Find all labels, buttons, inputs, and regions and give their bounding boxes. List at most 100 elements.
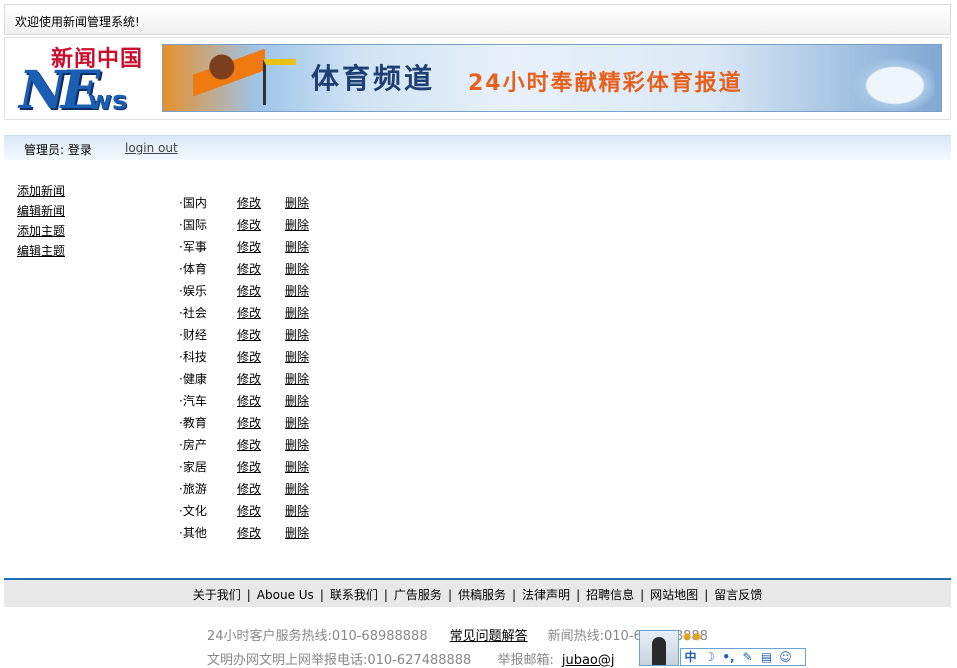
topic-name: ·体育 [179,262,207,276]
topic-row: ·军事 修改 删除 [179,237,339,259]
topic-edit-link[interactable]: 修改 [237,215,261,235]
topic-delete-link[interactable]: 删除 [285,215,309,235]
topic-row: ·文化 修改 删除 [179,501,339,523]
footer-nav: 关于我们 | Aboue Us | 联系我们 | 广告服务 | 供稿服务 | 法律声明 | 招聘信息 | 网… [4,580,951,607]
topic-edit-link[interactable]: 修改 [237,303,261,323]
footer-nav-link[interactable]: 招聘信息 [586,588,634,602]
topic-row: ·国际 修改 删除 [179,215,339,237]
topic-edit-link[interactable]: 修改 [237,501,261,521]
topic-delete-link[interactable]: 删除 [285,391,309,411]
topic-name: ·健康 [179,372,207,386]
ime-avatar[interactable] [639,630,679,666]
footer-separator: | [512,588,517,602]
footer-separator: | [319,588,324,602]
welcome-text: 欢迎使用新闻管理系统! [15,15,140,29]
topic-name: ·其他 [179,526,207,540]
topic-name: ·社会 [179,306,207,320]
topic-row: ·娱乐 修改 删除 [179,281,339,303]
topic-edit-link[interactable]: 修改 [237,523,261,543]
topic-row: ·教育 修改 删除 [179,413,339,435]
topic-edit-link[interactable]: 修改 [237,193,261,213]
ime-sun-icons: ✹✹ [682,630,703,644]
topic-name: ·教育 [179,416,207,430]
topic-edit-link[interactable]: 修改 [237,413,261,433]
topic-delete-link[interactable]: 删除 [285,303,309,323]
ime-tool-icon[interactable]: ✎ [738,649,757,665]
ime-punct-icon[interactable]: •, [719,649,738,665]
topic-row: ·家居 修改 删除 [179,457,339,479]
ime-toolbar[interactable]: ✹✹ 中 ☽ •, ✎ ▤ ☺ [639,630,807,666]
footer-nav-link[interactable]: Aboue Us [257,588,314,602]
footer-separator: | [640,588,645,602]
footer-separator: | [704,588,709,602]
topic-name: ·旅游 [179,482,207,496]
topic-name: ·军事 [179,240,207,254]
add-topic-link[interactable]: 添加主题 [17,221,65,241]
topic-edit-link[interactable]: 修改 [237,479,261,499]
topic-edit-link[interactable]: 修改 [237,369,261,389]
edit-topic-link[interactable]: 编辑主题 [17,241,65,261]
topic-row: ·财经 修改 删除 [179,325,339,347]
ime-keyboard-icon[interactable]: ▤ [757,649,776,665]
footer-separator: | [447,588,452,602]
topic-row: ·房产 修改 删除 [179,435,339,457]
ime-moon-icon[interactable]: ☽ [700,649,719,665]
topic-row: ·其他 修改 删除 [179,523,339,545]
topic-delete-link[interactable]: 删除 [285,435,309,455]
topic-delete-link[interactable]: 删除 [285,237,309,257]
footer-nav-link[interactable]: 留言反馈 [714,588,762,602]
footer-line-2: 文明办网文明上网举报电话:010-627488888 举报邮箱: jubao@j [207,649,615,668]
welcome-bar: 欢迎使用新闻管理系统! [4,4,951,35]
topic-delete-link[interactable]: 删除 [285,501,309,521]
topic-delete-link[interactable]: 删除 [285,259,309,279]
topic-name: ·文化 [179,504,207,518]
add-news-link[interactable]: 添加新闻 [17,181,65,201]
logo-ws: ws [88,86,128,116]
topic-delete-link[interactable]: 删除 [285,369,309,389]
topic-edit-link[interactable]: 修改 [237,281,261,301]
topic-delete-link[interactable]: 删除 [285,413,309,433]
topic-edit-link[interactable]: 修改 [237,457,261,477]
topic-row: ·社会 修改 删除 [179,303,339,325]
ime-bar[interactable]: 中 ☽ •, ✎ ▤ ☺ [680,648,806,666]
footer-nav-link[interactable]: 法律声明 [522,588,570,602]
topic-name: ·财经 [179,328,207,342]
topic-row: ·健康 修改 删除 [179,369,339,391]
topic-delete-link[interactable]: 删除 [285,479,309,499]
footer-nav-link[interactable]: 网站地图 [650,588,698,602]
banner-title: 体育频道 [311,62,436,95]
footer-line-1: 24小时客户服务热线:010-68988888 常见问题解答 新闻热线:010-62… [207,625,708,644]
topic-edit-link[interactable]: 修改 [237,435,261,455]
topic-delete-link[interactable]: 删除 [285,523,309,543]
footer-separator: | [246,588,251,602]
logo-ne: NE [19,60,100,121]
topic-row: ·体育 修改 删除 [179,259,339,281]
topic-list: ·国内 修改 删除 ·国际 修改 删除 ·军事 修改 删除 ·体育 修改 删除 ·娱乐 修改 删除 ·社会 修改… [179,193,339,545]
footer-nav-link[interactable]: 关于我们 [193,588,241,602]
footer-nav-link[interactable]: 联系我们 [330,588,378,602]
topic-name: ·娱乐 [179,284,207,298]
ime-chinese-icon[interactable]: 中 [681,649,700,665]
logout-link[interactable]: login out [125,141,178,155]
faq-link[interactable]: 常见问题解答 [450,629,528,644]
topic-delete-link[interactable]: 删除 [285,193,309,213]
topic-edit-link[interactable]: 修改 [237,391,261,411]
topic-delete-link[interactable]: 删除 [285,347,309,367]
topic-delete-link[interactable]: 删除 [285,325,309,345]
topic-delete-link[interactable]: 删除 [285,281,309,301]
admin-bar: 管理员: 登录 login out [4,135,951,160]
footer-nav-link[interactable]: 广告服务 [394,588,442,602]
topic-row: ·汽车 修改 删除 [179,391,339,413]
topic-edit-link[interactable]: 修改 [237,325,261,345]
topic-name: ·科技 [179,350,207,364]
topic-name: ·房产 [179,438,207,452]
edit-news-link[interactable]: 编辑新闻 [17,201,65,221]
topic-edit-link[interactable]: 修改 [237,237,261,257]
topic-edit-link[interactable]: 修改 [237,347,261,367]
ime-smile-icon[interactable]: ☺ [776,649,795,665]
topic-row: ·国内 修改 删除 [179,193,339,215]
topic-edit-link[interactable]: 修改 [237,259,261,279]
topic-delete-link[interactable]: 删除 [285,457,309,477]
topic-row: ·科技 修改 删除 [179,347,339,369]
footer-nav-link[interactable]: 供稿服务 [458,588,506,602]
